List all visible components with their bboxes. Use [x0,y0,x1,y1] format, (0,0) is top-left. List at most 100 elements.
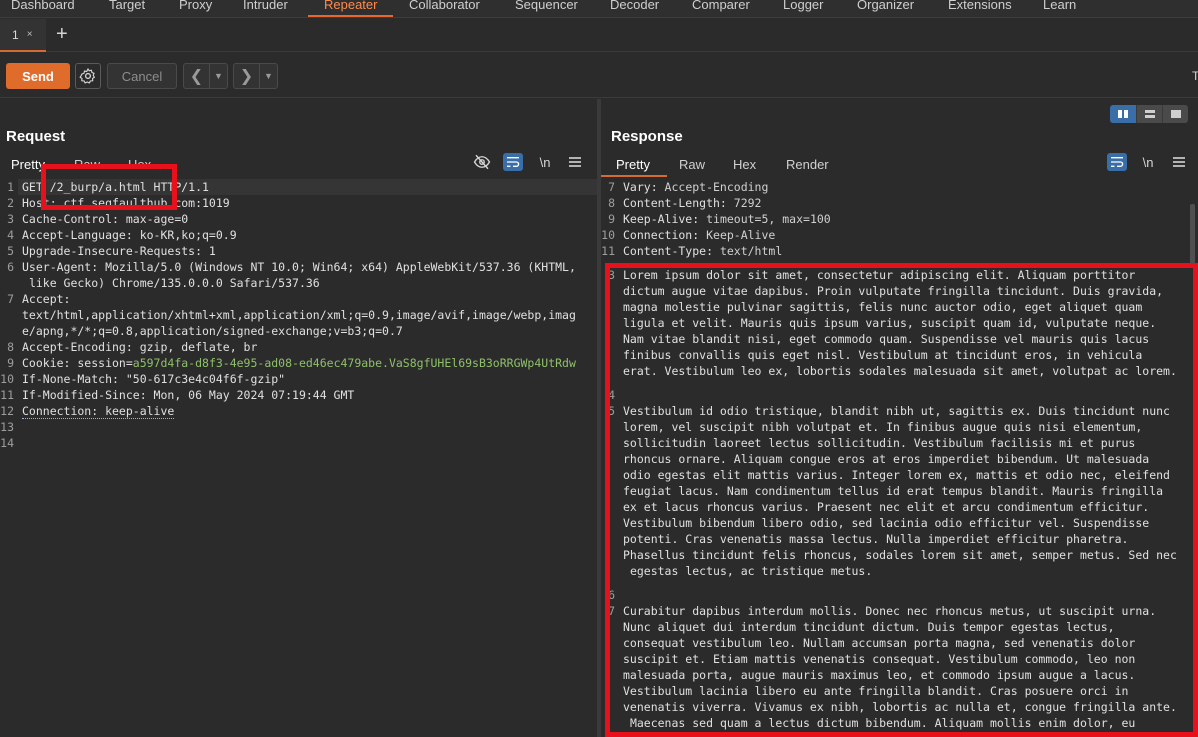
response-menu-button[interactable] [1169,153,1189,171]
request-line-text: If-Modified-Since: Mon, 06 May 2024 07:1… [22,388,355,402]
columns-icon [1118,110,1128,118]
nav-tab-decoder[interactable]: Decoder [610,0,659,12]
tab-response-hex[interactable]: Hex [733,157,756,172]
line-number: 12 [0,404,14,418]
nav-tab-dashboard[interactable]: Dashboard [11,0,75,12]
request-line: 3 Cache-Control: max-age=0 [0,211,597,227]
request-line-text: Cookie: session=a597d4fa-d8f3-4e95-ad08-… [18,355,597,371]
nav-tab-comparer[interactable]: Comparer [692,0,750,12]
response-newline-toggle-button[interactable]: \n [1138,153,1158,171]
word-wrap-button[interactable] [503,153,523,171]
response-header-line: 7 Vary: Accept-Encoding [601,179,1198,195]
request-line-text: If-None-Match: "50-617c3e4c04f6f-gzip" [22,372,286,386]
main-nav-bar: Dashboard Target Proxy Intruder Repeater Coll… [0,0,1198,18]
response-header-line: 9 Keep-Alive: timeout=5, max=100 [601,211,1198,227]
back-button-group: ❮ ▼ [183,63,228,89]
response-header-text: Content-Length: 7292 [619,195,1198,211]
add-tab-icon[interactable]: + [56,23,68,46]
settings-button[interactable] [75,63,101,89]
line-number: 11 [601,244,615,258]
close-icon[interactable]: × [27,29,33,40]
request-line: 5 Upgrade-Insecure-Requests: 1 [0,243,597,259]
layout-side-by-side-button[interactable] [1110,105,1136,123]
request-line: 8 Accept-Encoding: gzip, deflate, br [0,339,597,355]
request-line: 4 Accept-Language: ko-KR,ko;q=0.9 [0,227,597,243]
tab-response-raw[interactable]: Raw [679,157,705,172]
word-wrap-icon [507,157,520,167]
tab-response-render[interactable]: Render [786,157,829,172]
header-key: Content-Length: [623,196,727,210]
header-value: Keep-Alive [699,228,776,242]
request-menu-button[interactable] [565,153,585,171]
line-number: 1 [7,180,14,194]
line-number: 7 [7,292,14,306]
cookie-session-value: a597d4fa-d8f3-4e95-ad08-ed46ec479abe.VaS… [132,356,576,370]
request-pane: Request Pretty Raw Hex \n 1 GET /2_burp/… [0,99,597,737]
repeater-tab-1[interactable]: 1 × [0,19,46,52]
response-header-line: 10 Connection: Keep-Alive [601,227,1198,243]
word-wrap-icon [1111,157,1124,167]
line-number: 14 [0,436,14,450]
cancel-button[interactable]: Cancel [107,63,177,89]
response-pane: Response Pretty Raw Hex Render \n 7 Vary:… [601,99,1198,737]
request-line-text: Accept: text/html,application/xhtml+xml,… [22,292,576,338]
forward-button[interactable]: ❯ [234,64,260,88]
line-number: 8 [7,340,14,354]
forward-history-dropdown[interactable]: ▼ [260,64,277,88]
nav-tab-logger[interactable]: Logger [783,0,823,12]
header-key: Vary: [623,180,658,194]
tab-response-pretty[interactable]: Pretty [616,157,650,172]
nav-tab-sequencer[interactable]: Sequencer [515,0,578,12]
line-number: 11 [0,388,14,402]
nav-tab-target[interactable]: Target [109,0,145,12]
request-line-text: User-Agent: Mozilla/5.0 (Windows NT 10.0… [22,260,576,290]
back-button[interactable]: ❮ [184,64,210,88]
nav-tab-repeater[interactable]: Repeater [324,0,377,12]
nav-tab-organizer[interactable]: Organizer [857,0,914,12]
request-line: 11 If-Modified-Since: Mon, 06 May 2024 07… [0,387,597,403]
target-label-truncated: T [1192,69,1198,83]
caret-down-icon: ▼ [264,71,273,81]
newline-toggle-button[interactable]: \n [535,153,555,171]
tab-request-pretty[interactable]: Pretty [11,157,45,172]
response-scrollbar[interactable] [1190,204,1195,264]
hamburger-menu-icon [569,157,581,167]
line-number: 10 [0,372,14,386]
response-title: Response [611,128,683,145]
header-value: timeout=5, max=100 [699,212,831,226]
request-line-text [18,419,597,435]
header-key: Keep-Alive: [623,212,700,226]
header-value: text/html [713,244,783,258]
gear-icon [79,68,96,84]
nav-tab-collaborator[interactable]: Collaborator [409,0,480,12]
nav-tab-intruder[interactable]: Intruder [243,0,288,12]
chevron-right-icon: ❯ [239,68,254,85]
request-line-text: Accept-Language: ko-KR,ko;q=0.9 [22,228,237,242]
line-number: 4 [7,228,14,242]
line-number: 8 [608,196,615,210]
request-editor[interactable]: 1 GET /2_burp/a.html HTTP/1.1 2 Host: ctf.s… [0,179,597,737]
nav-tab-extensions[interactable]: Extensions [948,0,1012,12]
header-value: Accept-Encoding [657,180,769,194]
request-line-text [18,435,597,451]
hide-nonprintable-button[interactable] [472,153,492,171]
line-number: 3 [7,212,14,226]
line-number: 2 [7,196,14,210]
back-history-dropdown[interactable]: ▼ [210,64,227,88]
connection-header: Connection: keep-alive [22,404,175,419]
forward-button-group: ❯ ▼ [233,63,278,89]
layout-single-button[interactable] [1162,105,1188,123]
request-line: 13 [0,419,597,435]
nav-tab-proxy[interactable]: Proxy [179,0,212,12]
response-word-wrap-button[interactable] [1107,153,1127,171]
cookie-header-key: Cookie: session= [22,356,133,370]
request-title: Request [6,128,66,145]
response-header-text: Keep-Alive: timeout=5, max=100 [619,211,1198,227]
caret-down-icon: ▼ [214,71,223,81]
nav-tab-learn[interactable]: Learn [1043,0,1076,12]
highlight-box-response-body [605,263,1198,737]
request-line: 6 User-Agent: Mozilla/5.0 (Windows NT 10.… [0,259,597,291]
line-number: 9 [608,212,615,226]
layout-stacked-button[interactable] [1136,105,1162,123]
send-button[interactable]: Send [6,63,70,89]
